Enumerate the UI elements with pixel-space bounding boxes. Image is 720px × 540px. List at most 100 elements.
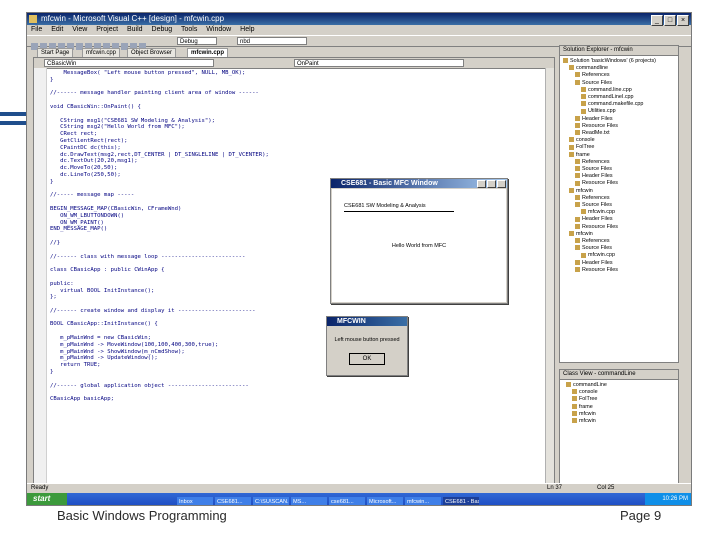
solution-tree-item[interactable]: commandline bbox=[560, 65, 678, 72]
code-line[interactable] bbox=[50, 97, 544, 104]
taskbar-task[interactable]: CSE681 - Bas... bbox=[443, 497, 479, 505]
solution-tree-item[interactable]: Header Files bbox=[560, 116, 678, 123]
taskbar-task[interactable]: CSE681... bbox=[215, 497, 251, 505]
tab-start-page[interactable]: Start Page bbox=[37, 48, 74, 57]
taskbar-task[interactable]: C:\SU\SCAN... bbox=[253, 497, 289, 505]
solution-tree-item[interactable]: Source Files bbox=[560, 245, 678, 252]
class-tree-item[interactable]: frame bbox=[560, 404, 678, 411]
code-line[interactable]: return TRUE; bbox=[50, 362, 544, 369]
code-line[interactable]: //------ global application object -----… bbox=[50, 383, 544, 390]
solution-tree-item[interactable]: console bbox=[560, 137, 678, 144]
platform-combo[interactable]: nbd bbox=[237, 37, 307, 45]
code-line[interactable]: void CBasicWin::OnPaint() { bbox=[50, 104, 544, 111]
solution-tree-item[interactable]: Resource Files bbox=[560, 123, 678, 130]
solution-tree-item[interactable]: mfcwin.cpp bbox=[560, 252, 678, 259]
code-line[interactable]: m_pMainWnd = new CBasicWin; bbox=[50, 335, 544, 342]
code-line[interactable]: CRect rect; bbox=[50, 131, 544, 138]
solution-tree-item[interactable]: commandLineI.cpp bbox=[560, 94, 678, 101]
solution-tree-item[interactable]: mfcwin bbox=[560, 188, 678, 195]
taskbar-task[interactable]: cse681... bbox=[329, 497, 365, 505]
mfc-min-button[interactable] bbox=[477, 180, 486, 188]
mfc-close-button[interactable] bbox=[497, 180, 506, 188]
code-line[interactable]: dc.MoveTo(20,50); bbox=[50, 165, 544, 172]
code-line[interactable]: CString msg2("Hello World from MFC"); bbox=[50, 124, 544, 131]
code-editor[interactable]: CBasicWin OnPaint MessageBox( "Left mous… bbox=[33, 57, 555, 485]
code-line[interactable] bbox=[50, 315, 544, 322]
solution-tree[interactable]: Solution 'basicWindows' (6 projects) comm… bbox=[560, 56, 678, 274]
class-tree-item[interactable]: mfcwin bbox=[560, 418, 678, 425]
solution-tree-item[interactable]: ReadMe.txt bbox=[560, 130, 678, 137]
solution-tree-item[interactable]: Header Files bbox=[560, 260, 678, 267]
mfc-output-window[interactable]: CSE681 - Basic MFC Window CSE681 SW Mode… bbox=[330, 178, 508, 304]
solution-tree-item[interactable]: References bbox=[560, 72, 678, 79]
code-line[interactable]: CBasicApp basicApp; bbox=[50, 396, 544, 403]
maximize-button[interactable]: □ bbox=[664, 15, 676, 26]
solution-tree-item[interactable]: Resource Files bbox=[560, 224, 678, 231]
code-line[interactable]: m_pMainWnd -> MoveWindow(100,100,400,300… bbox=[50, 342, 544, 349]
solution-tree-item[interactable]: Source Files bbox=[560, 166, 678, 173]
solution-tree-item[interactable]: frame bbox=[560, 152, 678, 159]
menu-tools[interactable]: Tools bbox=[181, 26, 197, 33]
tab-mfcwin-cpp-1[interactable]: mfcwin.cpp bbox=[82, 48, 121, 57]
code-line[interactable] bbox=[50, 376, 544, 383]
menu-help[interactable]: Help bbox=[240, 26, 254, 33]
code-line[interactable]: dc.DrawText(msg2,rect,DT_CENTER | DT_SIN… bbox=[50, 152, 544, 159]
title-bar[interactable]: mfcwin - Microsoft Visual C++ [design] -… bbox=[27, 13, 691, 26]
code-line[interactable]: dc.TextOut(20,20,msg1); bbox=[50, 158, 544, 165]
minimize-button[interactable]: _ bbox=[651, 15, 663, 26]
solution-tree-item[interactable]: Utilities.cpp bbox=[560, 108, 678, 115]
class-tree-item[interactable]: FolTree bbox=[560, 396, 678, 403]
code-line[interactable]: CString msg1("CSE681 SW Modeling & Analy… bbox=[50, 118, 544, 125]
config-combo[interactable]: Debug bbox=[177, 37, 217, 45]
class-tree[interactable]: commandLine console FolTree frame mfcwin mfcw… bbox=[560, 380, 678, 425]
taskbar-task[interactable]: Inbox bbox=[177, 497, 213, 505]
solution-tree-item[interactable]: Resource Files bbox=[560, 267, 678, 274]
code-line[interactable] bbox=[50, 389, 544, 396]
class-tree-item[interactable]: commandLine bbox=[560, 382, 678, 389]
solution-tree-item[interactable]: Header Files bbox=[560, 216, 678, 223]
solution-tree-item[interactable]: Solution 'basicWindows' (6 projects) bbox=[560, 58, 678, 65]
solution-tree-item[interactable]: References bbox=[560, 159, 678, 166]
solution-tree-item[interactable]: Resource Files bbox=[560, 180, 678, 187]
mfc-max-button[interactable] bbox=[487, 180, 496, 188]
solution-tree-item[interactable]: mfcwin bbox=[560, 231, 678, 238]
solution-tree-item[interactable]: References bbox=[560, 238, 678, 245]
solution-tree-item[interactable]: FolTree bbox=[560, 144, 678, 151]
tab-object-browser[interactable]: Object Browser bbox=[127, 48, 177, 57]
solution-tree-item[interactable]: Source Files bbox=[560, 80, 678, 87]
ok-button[interactable]: OK bbox=[349, 353, 385, 365]
class-tree-item[interactable]: console bbox=[560, 389, 678, 396]
method-combo[interactable]: OnPaint bbox=[294, 59, 464, 67]
solution-tree-item[interactable]: command.line.cpp bbox=[560, 87, 678, 94]
message-box[interactable]: MFCWIN Left mouse button pressed OK bbox=[326, 316, 408, 376]
taskbar-task[interactable]: Microsoft... bbox=[367, 497, 403, 505]
menu-view[interactable]: View bbox=[72, 26, 87, 33]
code-line[interactable]: BOOL CBasicApp::InitInstance() { bbox=[50, 321, 544, 328]
taskbar-task[interactable]: MS... bbox=[291, 497, 327, 505]
solution-tree-item[interactable]: mfcwin.cpp bbox=[560, 209, 678, 216]
class-combo[interactable]: CBasicWin bbox=[44, 59, 214, 67]
mfc-client-area[interactable]: CSE681 SW Modeling & Analysis Hello Worl… bbox=[332, 189, 506, 302]
class-tree-item[interactable]: mfcwin bbox=[560, 411, 678, 418]
code-line[interactable]: GetClientRect(rect); bbox=[50, 138, 544, 145]
code-line[interactable]: } bbox=[50, 77, 544, 84]
solution-tree-item[interactable]: Source Files bbox=[560, 202, 678, 209]
menu-edit[interactable]: Edit bbox=[51, 26, 63, 33]
menu-window[interactable]: Window bbox=[206, 26, 231, 33]
menu-debug[interactable]: Debug bbox=[152, 26, 173, 33]
solution-tree-item[interactable]: command.makefile.cpp bbox=[560, 101, 678, 108]
code-line[interactable]: //------ message handler painting client… bbox=[50, 90, 544, 97]
code-line[interactable]: CPaintDC dc(this); bbox=[50, 145, 544, 152]
code-line[interactable]: m_pMainWnd -> ShowWindow(m_nCmdShow); bbox=[50, 349, 544, 356]
close-button[interactable]: × bbox=[677, 15, 689, 26]
start-button[interactable]: start bbox=[27, 493, 67, 505]
taskbar-task[interactable]: mfcwin... bbox=[405, 497, 441, 505]
code-line[interactable]: } bbox=[50, 369, 544, 376]
editor-scrollbar[interactable] bbox=[545, 68, 554, 484]
menu-project[interactable]: Project bbox=[96, 26, 118, 33]
code-line[interactable] bbox=[50, 328, 544, 335]
code-line[interactable]: MessageBox( "Left mouse button pressed",… bbox=[50, 70, 544, 77]
solution-tree-item[interactable]: References bbox=[560, 195, 678, 202]
menu-build[interactable]: Build bbox=[127, 26, 143, 33]
code-line[interactable]: m_pMainWnd -> UpdateWindow(); bbox=[50, 355, 544, 362]
